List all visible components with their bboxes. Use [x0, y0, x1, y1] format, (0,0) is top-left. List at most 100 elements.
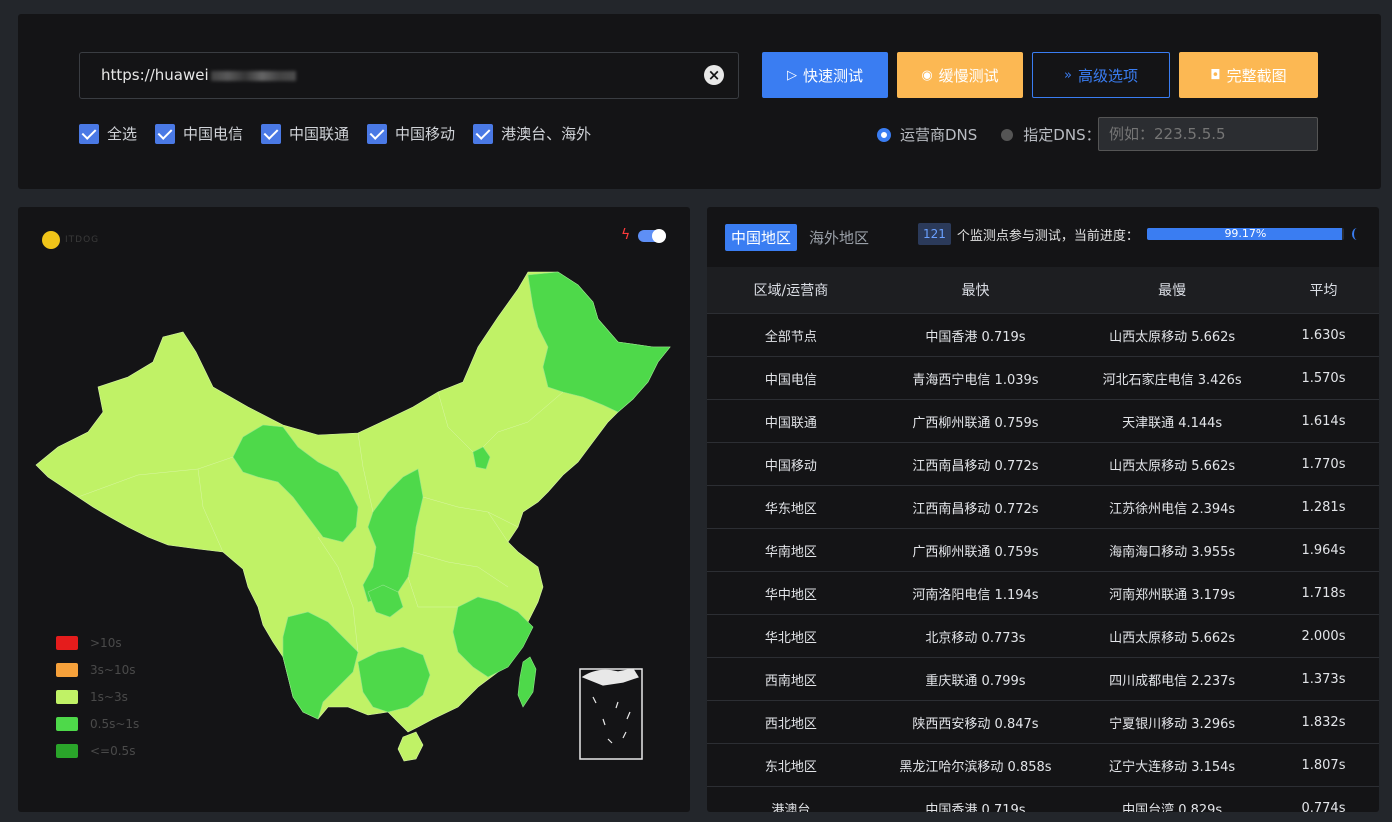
quick-test-button[interactable]: ▷ 快速测试 [762, 52, 888, 98]
cell-slowest: 河南郑州联通 3.179s [1076, 571, 1268, 615]
cell-region: 中国联通 [707, 399, 875, 443]
advanced-options-button[interactable]: » 高级选项 [1032, 52, 1170, 98]
cell-slowest: 山西太原移动 5.662s [1076, 313, 1268, 357]
checkbox-checked-icon [367, 123, 388, 144]
map-region-taiwan [517, 656, 537, 708]
isp-checkbox-group: 全选 中国电信 中国联通 中国移动 港澳台、海外 [79, 123, 609, 144]
cell-region: 华北地区 [707, 614, 875, 658]
cell-average: 1.718s [1267, 571, 1379, 615]
tab-china[interactable]: 中国地区 [725, 224, 798, 251]
cell-region: 华中地区 [707, 571, 875, 615]
full-screenshot-button[interactable]: ◘ 完整截图 [1179, 52, 1318, 98]
table-row: 西北地区 陕西西安移动 0.847s 宁夏银川移动 3.296s 1.832s [707, 700, 1379, 744]
cell-slowest: 山西太原移动 5.662s [1076, 614, 1268, 658]
legend-swatch [56, 689, 78, 704]
redacted-url-portion [210, 70, 296, 81]
camera-icon: ◘ [1210, 67, 1221, 83]
cell-fastest: 广西柳州联通 0.759s [874, 399, 1077, 443]
checkbox-checked-icon [261, 123, 282, 144]
cell-fastest: 青海西宁电信 1.039s [874, 356, 1077, 400]
table-row: 全部节点 中国香港 0.719s 山西太原移动 5.662s 1.630s [707, 313, 1379, 357]
cell-average: 1.373s [1267, 657, 1379, 701]
cell-average: 1.832s [1267, 700, 1379, 744]
play-icon: ▷ [786, 67, 797, 83]
table-row: 中国联通 广西柳州联通 0.759s 天津联通 4.144s 1.614s [707, 399, 1379, 443]
cell-slowest: 河北石家庄电信 3.426s [1076, 356, 1268, 400]
cell-slowest: 中国台湾 0.829s [1076, 786, 1268, 812]
china-map-panel: ITDOG ϟ >10s 3s~10s 1s~3s 0.5s~1s <=0.5s [18, 207, 690, 812]
table-row: 西南地区 重庆联通 0.799s 四川成都电信 2.237s 1.373s [707, 657, 1379, 701]
cell-fastest: 江西南昌移动 0.772s [874, 442, 1077, 486]
url-input[interactable]: https://huawei × [79, 52, 739, 99]
cell-slowest: 江苏徐州电信 2.394s [1076, 485, 1268, 529]
cell-slowest: 宁夏银川移动 3.296s [1076, 700, 1268, 744]
node-count-badge: 121 [918, 223, 951, 245]
cell-region: 中国移动 [707, 442, 875, 486]
checkbox-checked-icon [155, 123, 176, 144]
checkbox-select-all[interactable]: 全选 [79, 123, 137, 144]
cell-slowest: 海南海口移动 3.955s [1076, 528, 1268, 572]
progress-label: 个监测点参与测试，当前进度： [956, 228, 1139, 244]
slow-test-button[interactable]: ◉ 缓慢测试 [897, 52, 1023, 98]
cell-region: 东北地区 [707, 743, 875, 787]
clear-icon[interactable]: × [704, 65, 724, 85]
legend-item: 0.5s~1s [56, 710, 139, 737]
test-control-panel: https://huawei × ▷ 快速测试 ◉ 缓慢测试 » 高级选项 ◘ … [18, 14, 1381, 189]
cell-fastest: 江西南昌移动 0.772s [874, 485, 1077, 529]
table-row: 中国移动 江西南昌移动 0.772s 山西太原移动 5.662s 1.770s [707, 442, 1379, 486]
south-china-sea-islands [581, 668, 639, 744]
cell-fastest: 黑龙江哈尔滨移动 0.858s [874, 743, 1077, 787]
cell-region: 西南地区 [707, 657, 875, 701]
checkbox-checked-icon [79, 123, 99, 144]
table-row: 东北地区 黑龙江哈尔滨移动 0.858s 辽宁大连移动 3.154s 1.807s [707, 743, 1379, 787]
cell-slowest: 辽宁大连移动 3.154s [1076, 743, 1268, 787]
column-header-average: 平均 [1267, 267, 1379, 314]
cell-fastest: 陕西西安移动 0.847s [874, 700, 1077, 744]
progress-bar: 99.17% [1146, 228, 1344, 240]
cell-fastest: 中国香港 0.719s [874, 786, 1077, 812]
cell-region: 港澳台 [707, 786, 875, 812]
table-row: 华东地区 江西南昌移动 0.772s 江苏徐州电信 2.394s 1.281s [707, 485, 1379, 529]
table-row: 中国电信 青海西宁电信 1.039s 河北石家庄电信 3.426s 1.570s [707, 356, 1379, 400]
cell-fastest: 河南洛阳电信 1.194s [874, 571, 1077, 615]
legend-swatch [56, 635, 78, 650]
dns-radio-group: 运营商DNS 指定DNS： [878, 124, 1101, 145]
table-body: 全部节点 中国香港 0.719s 山西太原移动 5.662s 1.630s 中国电信 青海… [707, 313, 1379, 812]
radio-isp-dns-label: 运营商DNS [900, 126, 978, 144]
cell-fastest: 北京移动 0.773s [874, 614, 1077, 658]
radio-custom-dns-label: 指定DNS： [1023, 126, 1101, 144]
table-header-row: 区域/运营商 最快 最慢 平均 [707, 267, 1379, 314]
checkbox-unicom[interactable]: 中国联通 [261, 123, 349, 144]
cell-region: 中国电信 [707, 356, 875, 400]
region-tabs: 中国地区 海外地区 [725, 224, 869, 251]
cell-region: 华东地区 [707, 485, 875, 529]
legend-item: 1s~3s [56, 683, 139, 710]
cell-fastest: 重庆联通 0.799s [874, 657, 1077, 701]
cell-average: 1.281s [1267, 485, 1379, 529]
cell-average: 1.570s [1267, 356, 1379, 400]
legend-swatch [56, 743, 78, 758]
checkbox-overseas[interactable]: 港澳台、海外 [473, 123, 591, 144]
custom-dns-input[interactable] [1098, 117, 1318, 151]
cell-fastest: 广西柳州联通 0.759s [874, 528, 1077, 572]
cell-fastest: 中国香港 0.719s [874, 313, 1077, 357]
checkbox-telecom[interactable]: 中国电信 [155, 123, 243, 144]
cell-region: 全部节点 [707, 313, 875, 357]
column-header-slowest: 最慢 [1076, 267, 1268, 314]
table-row: 华北地区 北京移动 0.773s 山西太原移动 5.662s 2.000s [707, 614, 1379, 658]
legend-item: >10s [56, 629, 139, 656]
radio-custom-dns[interactable] [1001, 128, 1014, 141]
tab-overseas[interactable]: 海外地区 [809, 227, 869, 248]
results-table: 区域/运营商 最快 最慢 平均 全部节点 中国香港 0.719s 山西太原移动 5.… [707, 267, 1379, 812]
checkbox-mobile[interactable]: 中国移动 [367, 123, 455, 144]
cell-average: 1.964s [1267, 528, 1379, 572]
legend-item: <=0.5s [56, 737, 139, 764]
table-row: 华中地区 河南洛阳电信 1.194s 河南郑州联通 3.179s 1.718s [707, 571, 1379, 615]
table-row: 华南地区 广西柳州联通 0.759s 海南海口移动 3.955s 1.964s [707, 528, 1379, 572]
cell-average: 1.807s [1267, 743, 1379, 787]
table-row: 港澳台 中国香港 0.719s 中国台湾 0.829s 0.774s [707, 786, 1379, 812]
cell-region: 华南地区 [707, 528, 875, 572]
cell-slowest: 天津联通 4.144s [1076, 399, 1268, 443]
radio-isp-dns[interactable] [878, 128, 890, 141]
checkbox-checked-icon [473, 123, 494, 144]
